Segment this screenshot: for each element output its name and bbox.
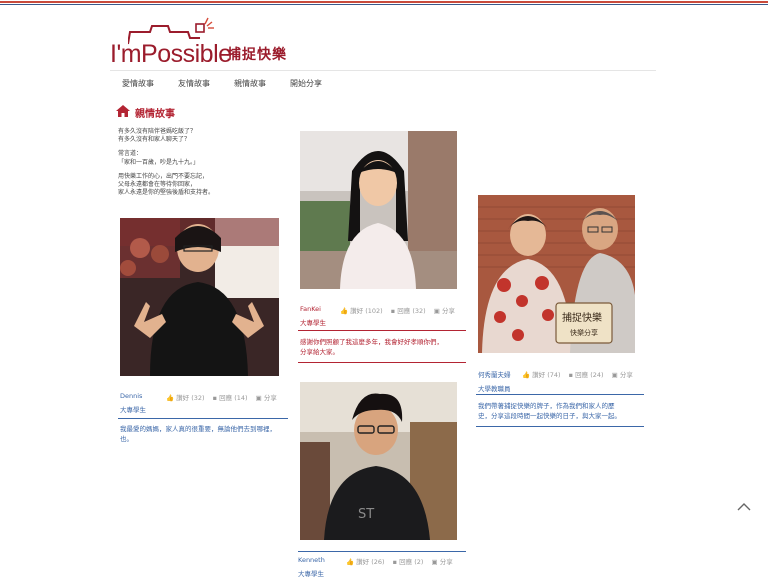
intro-line: 常言道： bbox=[118, 150, 143, 158]
share-icon[interactable]: ▣ bbox=[432, 558, 438, 566]
comment-icon[interactable]: ▪ bbox=[393, 558, 397, 566]
card-stats-couple: 👍 讚好 (74) ▪ 回應 (24) ▣ 分享 bbox=[522, 369, 633, 379]
story-photo-dennis[interactable] bbox=[120, 218, 279, 376]
like-icon[interactable]: 👍 bbox=[346, 558, 354, 566]
comment-icon[interactable]: ▪ bbox=[569, 371, 573, 379]
desc-line: 我最愛的媽媽，家人真的很重要，無論他們去到哪裡， bbox=[120, 425, 276, 433]
comment-count[interactable]: 回應 (32) bbox=[397, 307, 425, 315]
card-divider bbox=[298, 330, 466, 331]
card-desc-couple: 我們帶著捕捉快樂的牌子，作為我們和家人的歷 史，分享這段時間一起快樂的日子，與大… bbox=[478, 401, 644, 421]
like-count[interactable]: 讚好 (26) bbox=[356, 558, 384, 566]
author-role: 大專學生 bbox=[120, 406, 146, 414]
share-link[interactable]: 分享 bbox=[264, 394, 277, 402]
author-role: 大專學生 bbox=[300, 319, 326, 327]
share-icon[interactable]: ▣ bbox=[434, 307, 440, 315]
top-decorative-bar bbox=[0, 0, 768, 6]
like-count[interactable]: 讚好 (32) bbox=[176, 394, 204, 402]
card-divider bbox=[298, 551, 466, 552]
top-red-line bbox=[0, 1, 768, 3]
story-photo-fankei[interactable] bbox=[300, 131, 457, 289]
site-logo[interactable]: I'mPossible 捕捉快樂 bbox=[110, 16, 290, 72]
card-meta-dennis: Dennis 大專學生 bbox=[120, 392, 146, 414]
desc-line: 也。 bbox=[120, 435, 133, 443]
nav-item-family-stories[interactable]: 親情故事 bbox=[234, 78, 266, 89]
intro-line: 用快樂工作的心，出門不要忘記， bbox=[118, 172, 209, 180]
nav-item-friendship-stories[interactable]: 友情故事 bbox=[178, 78, 210, 89]
top-blue-line bbox=[0, 4, 768, 5]
comment-icon[interactable]: ▪ bbox=[213, 394, 217, 402]
story-photo-couple[interactable]: 捕捉快樂 快樂分享 bbox=[478, 195, 635, 353]
comment-count[interactable]: 回應 (14) bbox=[219, 394, 247, 402]
share-link[interactable]: 分享 bbox=[620, 371, 633, 379]
logo-chinese-text: 捕捉快樂 bbox=[227, 47, 287, 63]
author-name[interactable]: FanKei bbox=[300, 305, 326, 313]
like-icon[interactable]: 👍 bbox=[522, 371, 530, 379]
author-name[interactable]: 何秀蘭夫婦 bbox=[478, 369, 511, 379]
like-icon[interactable]: 👍 bbox=[340, 307, 348, 315]
like-count[interactable]: 讚好 (102) bbox=[350, 307, 383, 315]
intro-line: 「家和一百歲，吵是九十九。」 bbox=[118, 158, 200, 166]
card-stats-fankei: 👍 讚好 (102) ▪ 回應 (32) ▣ 分享 bbox=[340, 305, 455, 315]
intro-text: 有多久沒有陪伴爸媽吃飯了？ 有多久沒有和家人聊天了？ 常言道： 「家和一百歲，吵… bbox=[118, 128, 288, 197]
story-photo-kenneth[interactable]: ST bbox=[300, 382, 457, 540]
card-meta-fankei: FanKei 大專學生 bbox=[300, 305, 326, 327]
share-icon[interactable]: ▣ bbox=[612, 371, 618, 379]
desc-line: 史，分享這段時間一起快樂的日子，與大家一起。 bbox=[478, 412, 621, 420]
nav-item-love-stories[interactable]: 愛情故事 bbox=[122, 78, 154, 89]
author-name[interactable]: Dennis bbox=[120, 392, 146, 400]
card-bottom-divider bbox=[476, 426, 644, 427]
share-link[interactable]: 分享 bbox=[442, 307, 455, 315]
desc-line: 分享給大家。 bbox=[300, 348, 339, 356]
sign-text: 捕捉快樂 bbox=[562, 311, 602, 324]
card-desc-fankei: 感謝你們照顧了我這麼多年，我會好好孝順你們， 分享給大家。 bbox=[300, 337, 466, 357]
like-icon[interactable]: 👍 bbox=[166, 394, 174, 402]
nav-item-start-sharing[interactable]: 開始分享 bbox=[290, 78, 322, 89]
logo-wordmark: I'mPossible bbox=[110, 40, 232, 68]
intro-line: 有多久沒有陪伴爸媽吃飯了？ bbox=[118, 128, 197, 135]
card-meta-couple: 何秀蘭夫婦 大學教職員 bbox=[478, 369, 511, 393]
comment-icon[interactable]: ▪ bbox=[391, 307, 395, 315]
comment-count[interactable]: 回應 (24) bbox=[575, 371, 603, 379]
card-bottom-divider bbox=[298, 362, 466, 363]
author-name[interactable]: Kenneth bbox=[298, 556, 325, 564]
like-count[interactable]: 讚好 (74) bbox=[532, 371, 560, 379]
back-to-top-icon[interactable] bbox=[736, 500, 752, 512]
desc-line: 我們帶著捕捉快樂的牌子，作為我們和家人的歷 bbox=[478, 402, 615, 410]
author-role: 大學教職員 bbox=[478, 385, 511, 393]
intro-line: 父母永遠都會在等待你回家， bbox=[118, 181, 197, 189]
card-desc-dennis: 我最愛的媽媽，家人真的很重要，無論他們去到哪裡， 也。 bbox=[120, 424, 288, 444]
card-divider bbox=[118, 418, 288, 419]
intro-line: 家人永遠是你的堅強後盾和支持者。 bbox=[118, 189, 215, 197]
author-role: 大專學生 bbox=[298, 570, 324, 578]
card-meta-kenneth: Kenneth 大專學生 bbox=[298, 556, 325, 578]
section-title-text: 親情故事 bbox=[135, 109, 175, 120]
home-icon bbox=[116, 105, 130, 117]
sign-subtext: 快樂分享 bbox=[570, 328, 598, 337]
desc-line: 感謝你們照顧了我這麼多年，我會好好孝順你們， bbox=[300, 338, 443, 346]
svg-text:ST: ST bbox=[358, 507, 374, 522]
card-divider bbox=[476, 394, 644, 395]
intro-line: 有多久沒有和家人聊天了？ bbox=[118, 136, 191, 144]
share-icon[interactable]: ▣ bbox=[256, 394, 262, 402]
share-link[interactable]: 分享 bbox=[440, 558, 453, 566]
card-stats-dennis: 👍 讚好 (32) ▪ 回應 (14) ▣ 分享 bbox=[166, 392, 277, 402]
main-nav: 愛情故事 友情故事 親情故事 開始分享 bbox=[110, 70, 656, 95]
card-stats-kenneth: 👍 讚好 (26) ▪ 回應 (2) ▣ 分享 bbox=[346, 556, 453, 566]
comment-count[interactable]: 回應 (2) bbox=[399, 558, 423, 566]
